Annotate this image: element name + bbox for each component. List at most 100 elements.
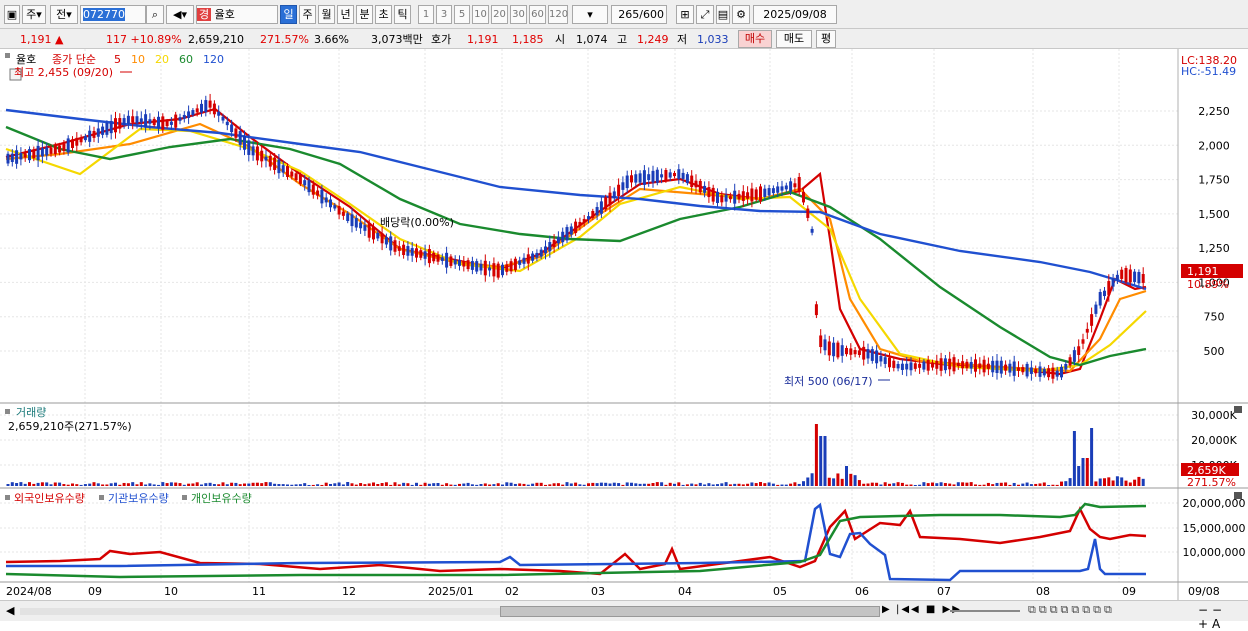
- period-button-2[interactable]: 월: [318, 5, 335, 24]
- zoom-icons[interactable]: −−+A: [1198, 603, 1248, 631]
- volume-bar: [410, 484, 414, 486]
- save-icon[interactable]: ▤: [716, 5, 730, 24]
- candle-body: [612, 191, 616, 199]
- candle-body: [922, 361, 926, 370]
- panel-menu-icon[interactable]: [5, 53, 10, 58]
- candle-body: [1090, 314, 1094, 326]
- candle-body: [96, 128, 100, 137]
- period-button-4[interactable]: 분: [356, 5, 373, 24]
- scale-icon[interactable]: ⤢: [696, 5, 714, 24]
- prev-select[interactable]: 전▾: [50, 5, 78, 24]
- candle-body: [71, 139, 74, 148]
- volume-bar: [406, 483, 410, 486]
- candle-body: [660, 174, 664, 178]
- candle-body: [664, 169, 668, 181]
- candle-body: [273, 157, 277, 170]
- volume-bar: [552, 483, 556, 486]
- volume-bar: [19, 482, 23, 486]
- vol-panel-menu-icon[interactable]: [5, 409, 10, 414]
- quote-turnover: 3.66%: [314, 33, 349, 46]
- candle-body: [139, 118, 143, 123]
- candle-body: [230, 124, 234, 133]
- open-label: 시: [555, 33, 566, 46]
- period-button-0[interactable]: 일: [280, 5, 297, 24]
- minute-button-1[interactable]: 1: [418, 5, 434, 24]
- period-button-5[interactable]: 초: [375, 5, 392, 24]
- candle-body: [367, 223, 371, 238]
- candle-body: [827, 341, 831, 356]
- candle-body: [883, 357, 887, 364]
- candle-body: [436, 254, 440, 262]
- minute-button-5[interactable]: 5: [454, 5, 470, 24]
- volume-bar: [797, 483, 801, 486]
- minute-button-60[interactable]: 60: [529, 5, 546, 24]
- type-select[interactable]: 주▾: [22, 5, 46, 24]
- scrollbar-thumb[interactable]: [500, 606, 880, 617]
- volume-bar: [905, 484, 909, 486]
- candle-body: [251, 146, 255, 156]
- volume-bar: [337, 482, 341, 486]
- volume-bar: [608, 483, 612, 486]
- candle-body: [496, 263, 500, 278]
- candle-body: [1047, 368, 1051, 378]
- period-button-1[interactable]: 주: [299, 5, 316, 24]
- minute-button-3[interactable]: 3: [436, 5, 452, 24]
- volume-bar: [1128, 482, 1132, 486]
- volume-bar: [1081, 458, 1085, 486]
- eval-button[interactable]: 평: [816, 30, 836, 48]
- buy-button[interactable]: 매수: [738, 30, 772, 48]
- candle-body: [1094, 304, 1098, 314]
- candle-body: [131, 116, 135, 123]
- toolbar: ▣ 주▾ 전▾ 072770 ⌕ ◀▾ 경 율호 일주월년분초틱 1 3 5 10 20…: [0, 0, 1248, 29]
- count-field[interactable]: 265/600: [611, 5, 667, 24]
- volume-bar: [470, 484, 474, 486]
- candle-body: [1098, 292, 1102, 306]
- last-volume-pct: 271.57%: [1187, 476, 1236, 489]
- stock-name-field[interactable]: 경 율호: [196, 5, 278, 24]
- gear-icon[interactable]: ⚙: [732, 5, 750, 24]
- candle-body: [204, 100, 208, 113]
- candle-body: [986, 363, 990, 369]
- candle-body: [458, 259, 461, 266]
- volume-bar: [561, 484, 565, 486]
- candle-body: [187, 111, 191, 118]
- candle-body: [978, 363, 982, 369]
- volume-bar: [10, 482, 14, 486]
- sell-button[interactable]: 매도: [776, 30, 812, 48]
- volume-bar: [135, 484, 139, 486]
- chart-area[interactable]: 율호 종가 단순 5 10 20 60 120 최고 2,455 (09/20) 배당락…: [0, 49, 1248, 600]
- candle-body: [135, 116, 139, 124]
- candle-body: [771, 188, 775, 194]
- volume-bar: [1094, 481, 1098, 486]
- zoom-slider[interactable]: [950, 610, 1020, 612]
- candle-body: [1038, 366, 1042, 377]
- candle-body: [488, 267, 492, 271]
- candle-body: [1124, 268, 1128, 283]
- scroll-left-icon[interactable]: ◀: [6, 604, 14, 617]
- vol-panel-close-icon[interactable]: [1234, 406, 1242, 413]
- minute-button-120[interactable]: 120: [548, 5, 568, 24]
- grid-icon[interactable]: ⊞: [676, 5, 694, 24]
- date-field[interactable]: 2025/09/08: [753, 5, 837, 24]
- period-dropdown[interactable]: ▾: [572, 5, 608, 24]
- period-button-6[interactable]: 틱: [394, 5, 411, 24]
- volume-bar: [728, 484, 732, 486]
- holding-series-marker: [182, 495, 187, 500]
- tool-icons[interactable]: ⧉⧉⧉⧉⧉⧉⧉⧉: [1028, 603, 1115, 617]
- candle-body: [329, 199, 332, 208]
- volume-bar: [15, 483, 19, 486]
- volume-bar: [634, 483, 638, 486]
- chart-menu-icon[interactable]: ▣: [4, 5, 20, 24]
- minute-button-30[interactable]: 30: [510, 5, 527, 24]
- volume-bar: [879, 484, 883, 486]
- minute-button-10[interactable]: 10: [472, 5, 489, 24]
- code-input[interactable]: 072770: [80, 5, 146, 24]
- search-icon[interactable]: ⌕: [146, 5, 164, 24]
- minute-button-20[interactable]: 20: [491, 5, 508, 24]
- volume-bar: [501, 484, 504, 486]
- candle-body: [200, 103, 203, 113]
- period-button-3[interactable]: 년: [337, 5, 354, 24]
- speaker-icon[interactable]: ◀▾: [166, 5, 194, 24]
- hold-panel-close-icon[interactable]: [1234, 492, 1242, 499]
- scroll-right-icon[interactable]: ▶: [882, 604, 890, 615]
